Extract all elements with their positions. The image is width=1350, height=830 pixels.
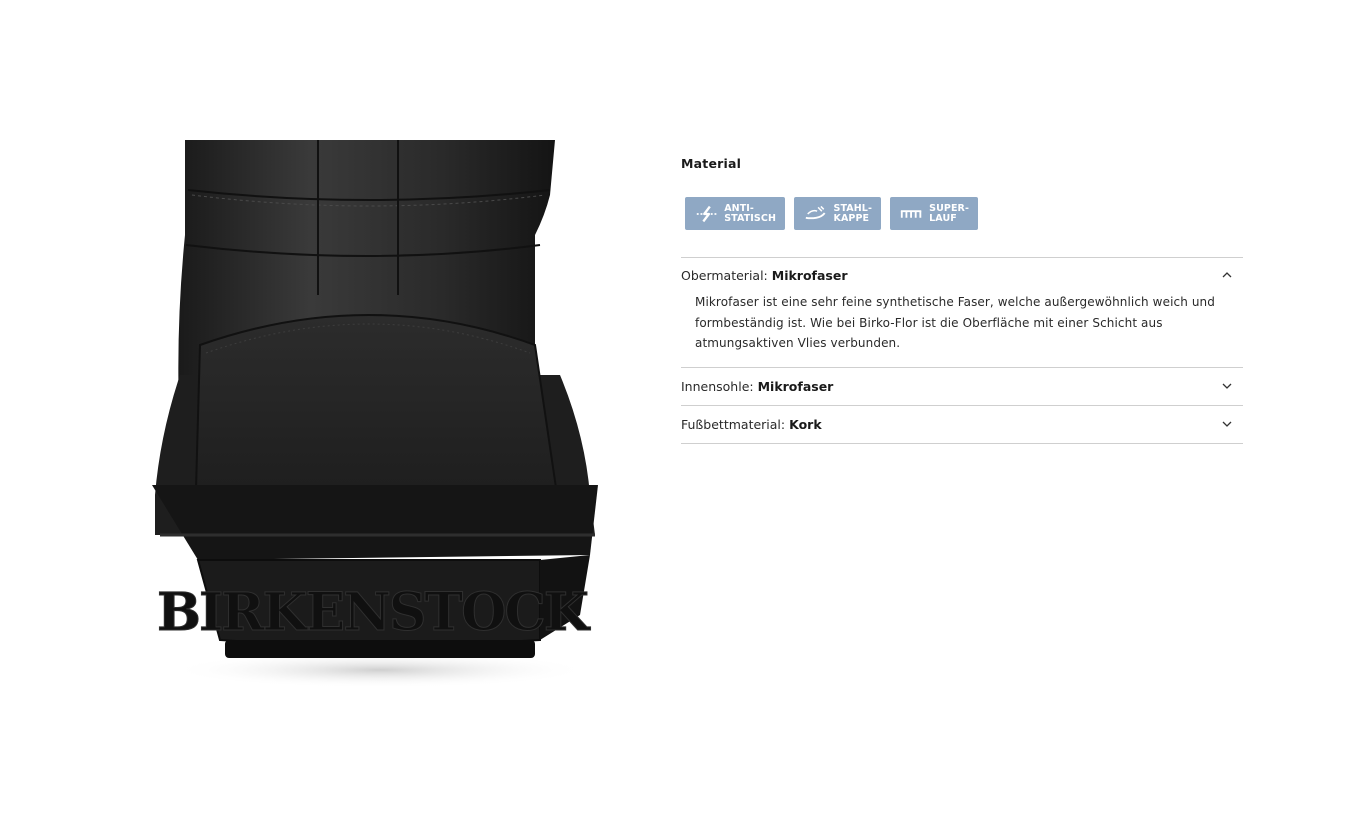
accordion-header-footbed[interactable]: Fußbettmaterial: Kork	[681, 406, 1243, 443]
feature-badges: ANTI- STATISCH STAHL- KAPPE SUPER- LAUF	[685, 197, 1243, 230]
accordion-item-upper-material: Obermaterial: Mikrofaser Mikrofaser ist …	[681, 258, 1243, 368]
steel-toe-icon	[805, 205, 826, 219]
chevron-down-icon[interactable]	[1221, 380, 1233, 392]
badge-antistatic: ANTI- STATISCH	[685, 197, 785, 230]
accordion-header-insole[interactable]: Innensohle: Mikrofaser	[681, 368, 1243, 405]
insole-value: Mikrofaser	[757, 378, 834, 394]
chevron-down-icon[interactable]	[1221, 418, 1233, 430]
material-accordion: Obermaterial: Mikrofaser Mikrofaser ist …	[681, 257, 1243, 444]
material-panel: Material ANTI- STATISCH STAHL- KAPPE SUPE	[681, 150, 1243, 444]
accordion-header-upper-material[interactable]: Obermaterial: Mikrofaser	[681, 258, 1243, 291]
antistatic-icon	[696, 205, 717, 222]
upper-material-key: Obermaterial:	[681, 267, 768, 283]
brand-embossing: BIRKENSTOCK	[157, 582, 591, 643]
material-title: Material	[681, 156, 742, 171]
product-image: BIRKENSTOCK	[140, 135, 610, 695]
chevron-up-icon[interactable]	[1221, 269, 1233, 281]
accordion-item-insole: Innensohle: Mikrofaser	[681, 368, 1243, 406]
super-grip-icon	[900, 209, 922, 218]
upper-material-description: Mikrofaser ist eine sehr feine synthetis…	[695, 295, 1215, 350]
insole-key: Innensohle:	[681, 378, 754, 394]
accordion-item-footbed: Fußbettmaterial: Kork	[681, 406, 1243, 444]
footbed-key: Fußbettmaterial:	[681, 416, 786, 432]
badge-super-grip: SUPER- LAUF	[890, 197, 978, 230]
upper-material-value: Mikrofaser	[771, 267, 848, 283]
badge-steel-toe: STAHL- KAPPE	[794, 197, 881, 230]
footbed-value: Kork	[789, 416, 822, 432]
